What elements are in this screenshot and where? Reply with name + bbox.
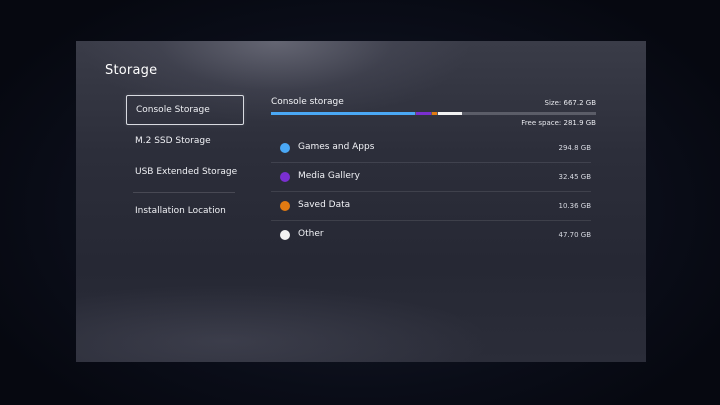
category-color-dot [280,172,290,182]
category-row-media-gallery[interactable]: Media Gallery 32.45 GB [271,163,591,192]
sidebar-item-console-storage[interactable]: Console Storage [126,95,244,125]
storage-free-space: Free space: 281.9 GB [521,119,596,127]
category-row-other[interactable]: Other 47.70 GB [271,221,591,250]
sidebar-item-usb-extended-storage[interactable]: USB Extended Storage [126,157,244,187]
storage-label: Console storage [271,97,344,107]
category-row-saved-data[interactable]: Saved Data 10.36 GB [271,192,591,221]
sidebar-divider [133,192,235,193]
category-name: Other [298,229,324,239]
category-name: Saved Data [298,200,351,210]
usage-bar-segment-saved-data [432,112,438,115]
storage-size: Size: 667.2 GB [544,99,596,107]
sidebar-item-m2-ssd-storage[interactable]: M.2 SSD Storage [126,126,244,156]
storage-usage-bar [271,112,596,115]
page-title: Storage [105,63,158,78]
category-name: Media Gallery [298,171,360,181]
storage-panel: Storage Console Storage M.2 SSD Storage … [76,41,646,362]
sidebar-item-installation-location[interactable]: Installation Location [126,196,244,226]
category-color-dot [280,230,290,240]
category-color-dot [280,201,290,211]
screen-background: Storage Console Storage M.2 SSD Storage … [0,0,720,405]
usage-bar-segment-media-gallery [415,112,432,115]
usage-bar-segment-games-and-apps [271,112,415,115]
category-size: 10.36 GB [558,202,592,210]
usage-bar-segment-other [438,112,462,115]
category-row-games-and-apps[interactable]: Games and Apps 294.8 GB [271,134,591,163]
sidebar-item-label: USB Extended Storage [135,167,238,177]
sidebar-item-label: M.2 SSD Storage [135,136,211,146]
category-name: Games and Apps [298,142,375,152]
category-size: 32.45 GB [558,173,592,181]
category-size: 47.70 GB [558,231,592,239]
sidebar-item-label: Console Storage [136,105,210,115]
sidebar-item-label: Installation Location [135,206,226,216]
storage-category-list: Games and Apps 294.8 GB Media Gallery 32… [271,134,591,250]
category-size: 294.8 GB [558,144,592,152]
category-color-dot [280,143,290,153]
